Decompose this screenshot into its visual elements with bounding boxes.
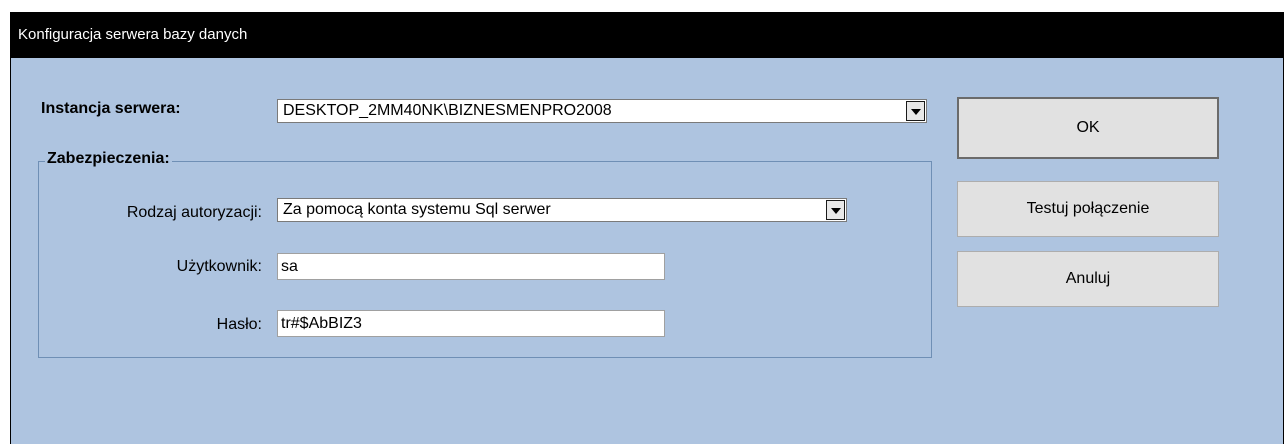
auth-type-value: Za pomocą konta systemu Sql serwer xyxy=(283,201,551,218)
server-instance-dropdown-button[interactable] xyxy=(906,101,925,121)
server-instance-select[interactable]: DESKTOP_2MM40NK\BIZNESMENPRO2008 xyxy=(277,99,927,123)
chevron-down-icon xyxy=(831,208,841,214)
server-instance-label: Instancja serwera: xyxy=(41,100,181,117)
username-input[interactable] xyxy=(277,253,665,280)
auth-type-label: Rodzaj autoryzacji: xyxy=(126,204,262,221)
dialog-window: Konfiguracja serwera bazy danych Instanc… xyxy=(10,12,1284,444)
auth-type-select[interactable]: Za pomocą konta systemu Sql serwer xyxy=(277,198,847,222)
ok-button[interactable]: OK xyxy=(957,97,1219,159)
title-bar[interactable]: Konfiguracja serwera bazy danych xyxy=(10,12,1284,58)
auth-type-dropdown-button[interactable] xyxy=(826,200,845,220)
password-label: Hasło: xyxy=(216,316,262,333)
username-label: Użytkownik: xyxy=(176,258,262,275)
server-instance-value: DESKTOP_2MM40NK\BIZNESMENPRO2008 xyxy=(283,102,612,119)
dialog-body: Instancja serwera: DESKTOP_2MM40NK\BIZNE… xyxy=(11,58,1283,444)
cancel-button[interactable]: Anuluj xyxy=(957,251,1219,307)
test-connection-button[interactable]: Testuj połączenie xyxy=(957,181,1219,237)
chevron-down-icon xyxy=(911,109,921,115)
window-title: Konfiguracja serwera bazy danych xyxy=(18,26,248,43)
security-groupbox-legend: Zabezpieczenia: xyxy=(45,150,172,168)
password-input[interactable] xyxy=(277,310,665,337)
